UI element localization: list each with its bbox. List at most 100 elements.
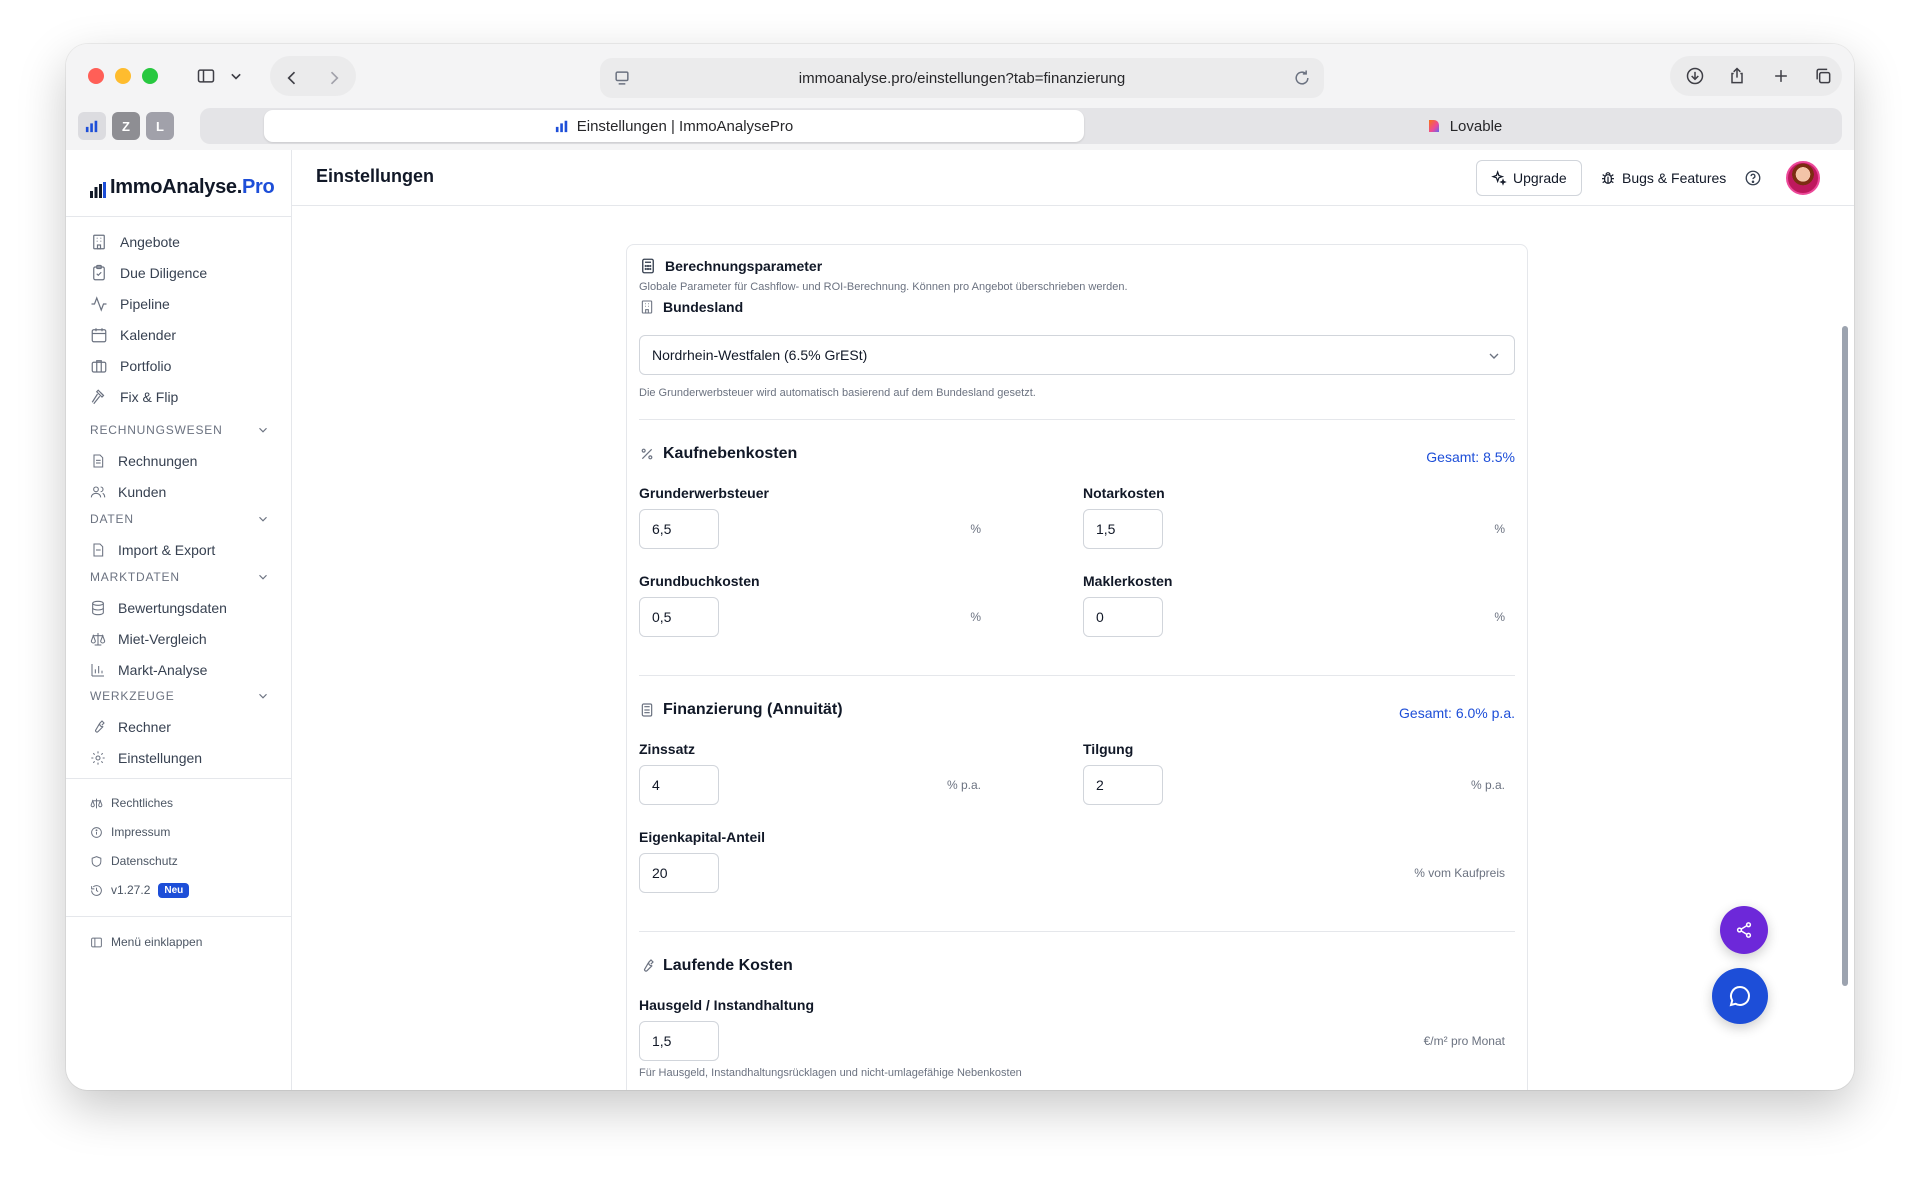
new-badge: Neu <box>158 882 190 898</box>
pinned-tab-z[interactable]: Z <box>112 112 140 140</box>
users-icon <box>90 486 106 498</box>
page-settings-icon[interactable] <box>612 68 632 88</box>
divider <box>639 931 1515 932</box>
download-icon[interactable] <box>1680 58 1710 94</box>
chat-bubble-icon <box>1729 985 1750 1007</box>
bugs-features-button[interactable]: Bugs & Features <box>1590 160 1736 196</box>
footer-link-label: Impressum <box>111 825 171 839</box>
bundesland-hint: Die Grunderwerbsteuer wird automatisch b… <box>639 387 1036 399</box>
collapse-label: Menü einklappen <box>111 935 203 949</box>
sidebar-item-label: Pipeline <box>120 296 170 312</box>
hausgeld-input[interactable]: 1,5 <box>639 1021 719 1061</box>
hausgeld-label: Hausgeld / Instandhaltung <box>639 997 815 1013</box>
card-header: Berechnungsparameter <box>639 257 822 275</box>
sidebar-item-einstellungen[interactable]: Einstellungen <box>90 744 202 772</box>
chat-fab-button[interactable] <box>1712 968 1768 1024</box>
notarkosten-input[interactable]: 1,5 <box>1083 509 1163 549</box>
calculator-icon <box>642 258 654 274</box>
wrench-icon <box>95 720 105 733</box>
eigenkapital-unit: % vom Kaufpreis <box>1414 866 1505 880</box>
link-datenschutz[interactable]: Datenschutz <box>90 851 178 871</box>
sidebar-toggle-icon[interactable] <box>192 58 220 94</box>
new-tab-icon[interactable] <box>1766 58 1796 94</box>
grunderwerbsteuer-unit: % <box>970 522 981 536</box>
minimize-window-button[interactable] <box>115 68 131 84</box>
sidebar-item-portfolio[interactable]: Portfolio <box>90 352 171 380</box>
sidebar-item-label: Import & Export <box>118 542 216 558</box>
zinssatz-input[interactable]: 4 <box>639 765 719 805</box>
scrollbar[interactable] <box>1842 326 1848 986</box>
link-rechtliches[interactable]: Rechtliches <box>90 793 173 813</box>
sidebar-item-due-diligence[interactable]: Due Diligence <box>90 259 207 287</box>
sidebar-item-label: Kunden <box>118 484 167 500</box>
sidebar-item-rechner[interactable]: Rechner <box>90 713 171 741</box>
file-text-icon <box>93 454 104 468</box>
hausgeld-unit: €/m² pro Monat <box>1423 1034 1505 1048</box>
section-daten[interactable]: DATEN <box>90 509 270 529</box>
version-label: v1.27.2 <box>111 883 151 897</box>
activity-icon <box>91 296 107 312</box>
sidebar-item-label: Markt-Analyse <box>118 662 208 678</box>
avatar[interactable] <box>1786 161 1820 195</box>
sidebar-item-import-export[interactable]: Import & Export <box>90 536 215 564</box>
link-impressum[interactable]: Impressum <box>90 822 170 842</box>
zoom-window-button[interactable] <box>142 68 158 84</box>
section-marktdaten[interactable]: MARKTDATEN <box>90 567 270 587</box>
finanzierung-total: Gesamt: 6.0% p.a. <box>1399 705 1515 721</box>
eigenkapital-input[interactable]: 20 <box>639 853 719 893</box>
briefcase-icon <box>91 360 107 373</box>
footer-link-label: Rechtliches <box>111 796 174 810</box>
section-title-text: Finanzierung (Annuität) <box>663 701 843 718</box>
section-werkzeuge[interactable]: WERKZEUGE <box>90 686 270 706</box>
maklerkosten-input[interactable]: 0 <box>1083 597 1163 637</box>
tilgung-input[interactable]: 2 <box>1083 765 1163 805</box>
sidebar-item-kalender[interactable]: Kalender <box>90 321 176 349</box>
chevron-down-icon[interactable] <box>226 58 246 94</box>
back-icon[interactable] <box>278 60 306 96</box>
sidebar-item-bewertungsdaten[interactable]: Bewertungsdaten <box>90 594 227 622</box>
bar-chart-logo-icon <box>90 182 106 198</box>
sidebar-item-angebote[interactable]: Angebote <box>90 228 180 256</box>
tab-overview-icon[interactable] <box>1808 58 1838 94</box>
forward-icon[interactable] <box>320 60 348 96</box>
sidebar-item-pipeline[interactable]: Pipeline <box>90 290 170 318</box>
sidebar-item-markt-analyse[interactable]: Markt-Analyse <box>90 656 207 684</box>
grunderwerbsteuer-label: Grunderwerbsteuer <box>639 485 769 501</box>
section-title: MARKTDATEN <box>90 570 180 584</box>
share-icon[interactable] <box>1722 58 1752 94</box>
close-window-button[interactable] <box>88 68 104 84</box>
chevron-down-icon <box>259 693 267 699</box>
address-bar[interactable]: immoanalyse.pro/einstellungen?tab=finanz… <box>600 58 1324 98</box>
upgrade-button[interactable]: Upgrade <box>1476 160 1582 196</box>
collapse-menu-button[interactable]: Menü einklappen <box>90 932 202 952</box>
chevron-down-icon <box>1489 353 1499 359</box>
tab-label: Lovable <box>1449 117 1503 135</box>
sidebar-item-fix-flip[interactable]: Fix & Flip <box>90 383 178 411</box>
logo[interactable]: ImmoAnalyse.Pro <box>90 176 275 199</box>
calculator-icon <box>641 703 653 717</box>
version-info[interactable]: v1.27.2 Neu <box>90 880 190 900</box>
section-title-text: Kaufnebenkosten <box>663 445 798 462</box>
topbar: Einstellungen Upgrade Bugs & Features <box>292 150 1854 206</box>
bundesland-select[interactable]: Nordrhein-Westfalen (6.5% GrESt) <box>639 335 1515 375</box>
lovable-heart-icon <box>1428 120 1439 132</box>
help-icon[interactable] <box>1744 169 1762 187</box>
grundbuchkosten-input[interactable]: 0,5 <box>639 597 719 637</box>
share-fab-button[interactable] <box>1720 906 1768 954</box>
chevron-down-icon <box>259 574 267 580</box>
grunderwerbsteuer-input[interactable]: 6,5 <box>639 509 719 549</box>
bar-chart-logo-icon <box>85 120 98 133</box>
logo-text: ImmoAnalyse. <box>110 176 243 198</box>
sidebar-item-miet-vergleich[interactable]: Miet-Vergleich <box>90 625 207 653</box>
pinned-tab-l[interactable]: L <box>146 112 174 140</box>
building-icon <box>641 300 653 314</box>
share-nodes-icon <box>1736 922 1752 938</box>
section-rechnungswesen[interactable]: RECHNUNGSWESEN <box>90 420 270 440</box>
pinned-tab-immoanalyse[interactable] <box>78 112 106 140</box>
maklerkosten-label: Maklerkosten <box>1083 573 1173 589</box>
tab-einstellungen[interactable]: Einstellungen | ImmoAnalysePro <box>264 110 1084 142</box>
sidebar-item-rechnungen[interactable]: Rechnungen <box>90 447 197 475</box>
reload-icon[interactable] <box>1292 68 1312 88</box>
sidebar-item-kunden[interactable]: Kunden <box>90 478 166 506</box>
tab-lovable[interactable]: Lovable <box>1086 110 1842 142</box>
